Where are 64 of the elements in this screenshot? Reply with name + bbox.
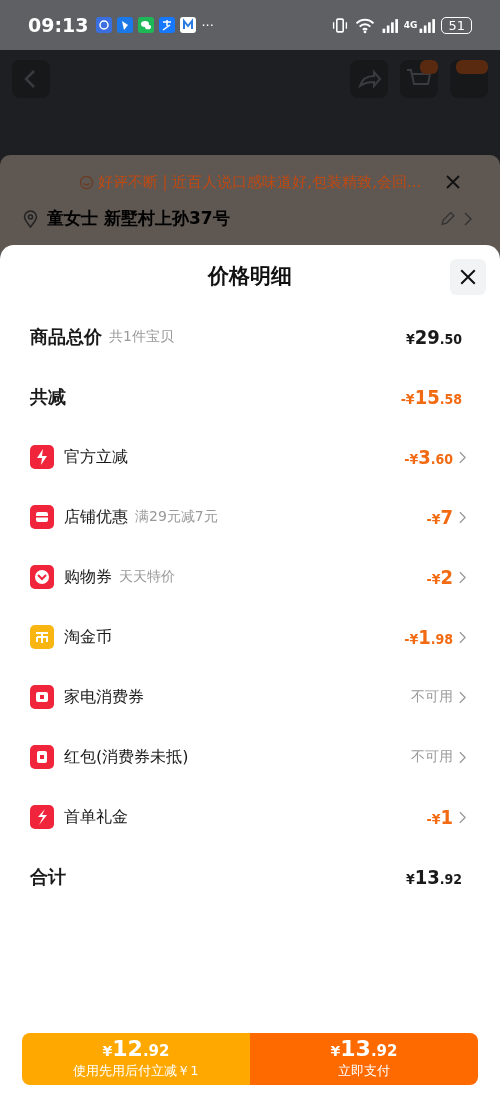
cart-icon[interactable] — [400, 60, 438, 98]
review-banner-text: 好评不断 | 近百人说口感味道好,包装精致,会回... — [97, 172, 422, 192]
unavailable-text: 不可用 — [411, 688, 453, 706]
ticket-icon — [30, 685, 54, 709]
row-label: 合计 — [30, 865, 66, 889]
coupon-icon — [30, 565, 54, 589]
price-amount: ¥29.50 — [405, 325, 462, 349]
more-notifications: ··· — [201, 17, 214, 33]
share-icon[interactable] — [350, 60, 388, 98]
price-amount: ¥13.92 — [405, 865, 462, 889]
chat-icon — [138, 17, 155, 33]
price-amount: -¥1 — [426, 805, 453, 829]
row-label: 淘金币 — [64, 626, 112, 648]
row-label: 首单礼金 — [64, 806, 128, 828]
status-time: 09:13 — [28, 14, 89, 36]
sheet-title: 价格明细 — [208, 263, 292, 290]
price-amount: -¥7 — [426, 505, 453, 529]
address-text: 童女士 新墅村上孙37号 — [47, 207, 230, 230]
price-amount: -¥3.60 — [404, 445, 453, 469]
signal-icon — [380, 16, 399, 34]
row-label: 家电消费券 — [64, 686, 144, 708]
price-amount: -¥2 — [426, 565, 453, 589]
chevron-icon[interactable] — [464, 211, 472, 226]
packet-icon — [30, 745, 54, 769]
chevron-icon[interactable] — [459, 690, 466, 704]
close-icon — [459, 268, 477, 286]
row-label: 红包(消费券未抵) — [64, 746, 189, 768]
bolt-icon — [30, 445, 54, 469]
row-note: 天天特价 — [119, 568, 175, 586]
unavailable-text: 不可用 — [411, 748, 453, 766]
row-label: 商品总价 — [30, 325, 102, 349]
battery-level: 51 — [441, 16, 472, 34]
close-icon[interactable] — [445, 174, 462, 190]
close-button[interactable] — [450, 259, 486, 295]
chevron-icon[interactable] — [459, 810, 466, 824]
chevron-icon[interactable] — [459, 570, 466, 584]
chat-bubble-icon — [78, 174, 94, 190]
row-label: 共减 — [30, 385, 66, 409]
shop-icon — [30, 505, 54, 529]
pay-button[interactable]: ¥13.92 立即支付 — [250, 1033, 478, 1085]
back-icon[interactable] — [12, 60, 50, 98]
location-icon — [22, 209, 39, 228]
chevron-icon[interactable] — [459, 750, 466, 764]
edit-icon[interactable] — [439, 209, 456, 228]
app-icon — [180, 17, 197, 33]
signal-icon — [418, 16, 437, 34]
row-note: 满29元减7元 — [135, 508, 218, 526]
chevron-icon[interactable] — [459, 450, 466, 464]
row-label: 官方立减 — [64, 446, 128, 468]
pay-icon — [159, 17, 176, 33]
network-type: 4G — [403, 20, 418, 30]
row-note: 共1件宝贝 — [109, 328, 174, 346]
vibrate-icon — [330, 16, 349, 34]
price-amount: -¥15.58 — [400, 385, 462, 409]
row-label: 店铺优惠 — [64, 506, 128, 528]
chevron-icon[interactable] — [459, 510, 466, 524]
app-icon — [96, 17, 113, 33]
row-label: 购物券 — [64, 566, 112, 588]
price-amount: -¥1.98 — [404, 625, 453, 649]
app-icon — [117, 17, 134, 33]
chevron-icon[interactable] — [459, 630, 466, 644]
coin-icon — [30, 625, 54, 649]
wifi-icon — [353, 16, 376, 34]
pay-button[interactable]: ¥12.92 使用先用后付立减￥1 — [22, 1033, 250, 1085]
